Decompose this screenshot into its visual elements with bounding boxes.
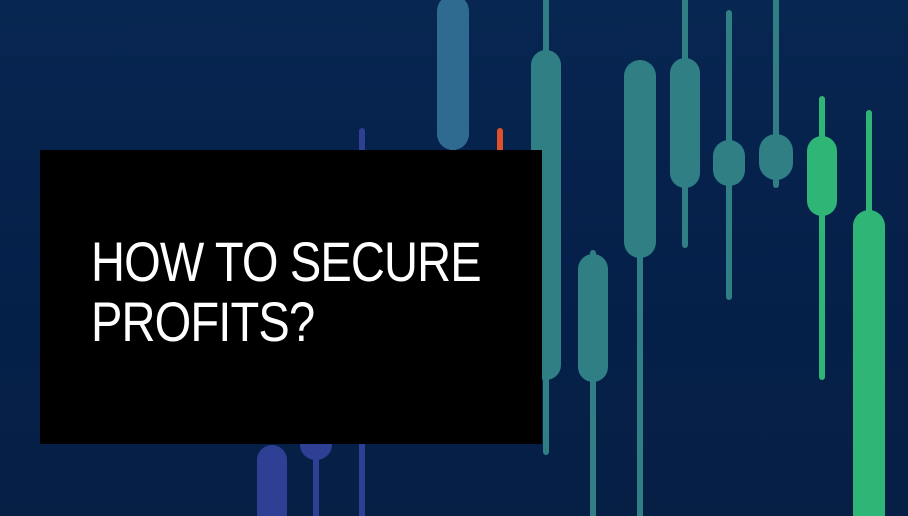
headline-box: HOW TO SECURE PROFITS? [40, 150, 542, 444]
candle-body [624, 60, 656, 258]
candlestick-13 [853, 110, 885, 516]
candlestick-8 [624, 60, 656, 516]
headline-line-2: PROFITS? [91, 290, 315, 353]
candle-body [670, 58, 700, 188]
candlestick-11 [759, 0, 793, 188]
candlestick-12 [807, 96, 837, 380]
candle-body [257, 445, 287, 516]
candle-body [807, 136, 837, 216]
candle-body [437, 0, 469, 150]
candle-body [759, 134, 793, 180]
candlestick-4 [437, 0, 469, 160]
candlestick-9 [670, 0, 700, 248]
candlestick-10 [713, 10, 745, 300]
headline-line-1: HOW TO SECURE [91, 230, 482, 293]
candle-body [578, 254, 608, 382]
thumbnail-banner: HOW TO SECURE PROFITS? [0, 0, 908, 516]
candlestick-7 [578, 250, 608, 516]
candlestick-1 [257, 445, 287, 516]
candle-body [853, 210, 885, 516]
candle-body [713, 140, 745, 186]
